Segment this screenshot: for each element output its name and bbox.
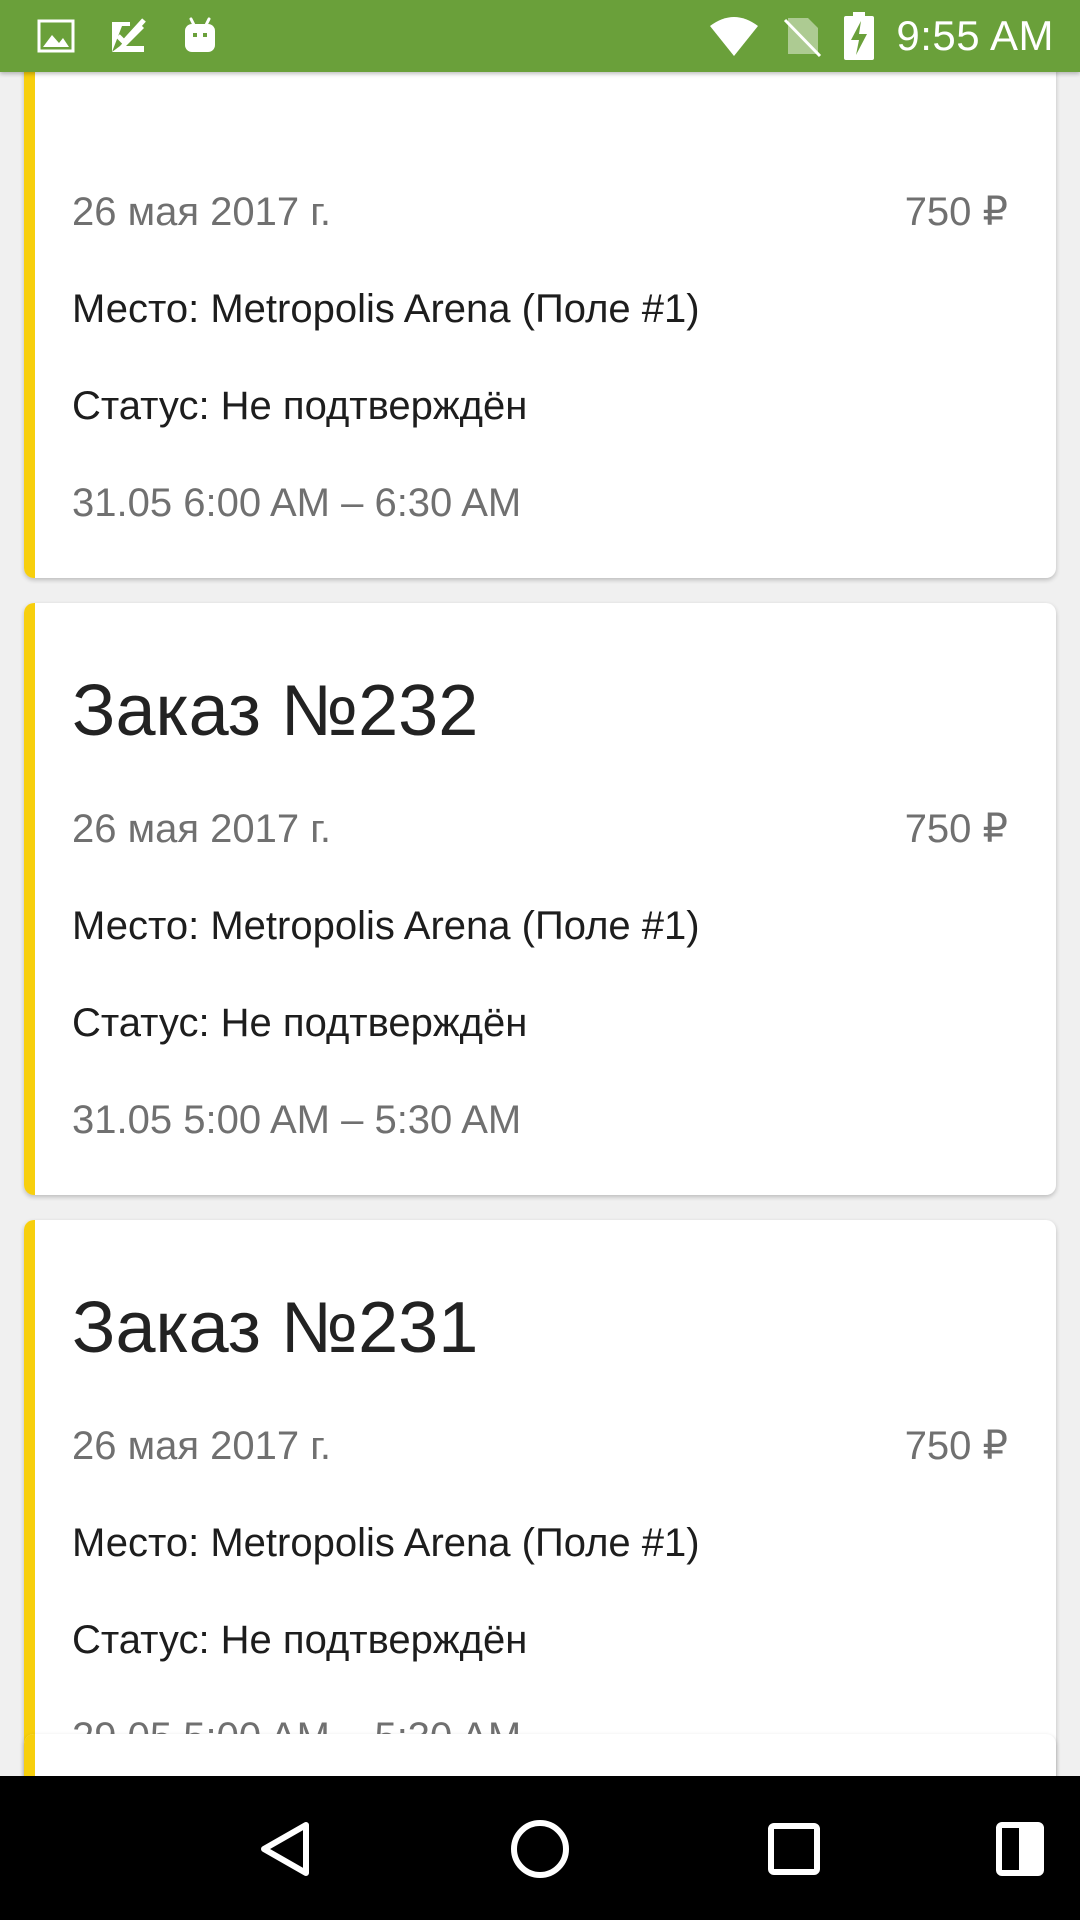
- orders-list[interactable]: 26 мая 2017 г. 750 ₽ Место: Metropolis A…: [0, 72, 1080, 1776]
- battery-charging-icon: [844, 12, 875, 60]
- android-icon: [185, 17, 215, 52]
- split-screen-icon: [996, 1822, 1044, 1876]
- order-place: Место: Metropolis Arena (Поле #1): [72, 1521, 700, 1565]
- system-icons: 9:55 AM: [708, 10, 1054, 62]
- image-icon: [37, 19, 75, 53]
- order-price: 750 ₽: [904, 807, 1008, 851]
- order-date: 26 мая 2017 г.: [72, 807, 332, 851]
- card-accent: [24, 1734, 35, 1776]
- order-price: 750 ₽: [904, 190, 1008, 234]
- order-status: Статус: Не подтверждён: [72, 1618, 528, 1662]
- order-status: Статус: Не подтверждён: [72, 1001, 528, 1045]
- navigation-bar: [0, 1776, 1080, 1920]
- card-accent: [24, 603, 35, 1195]
- order-time: 31.05 5:00 AM – 5:30 AM: [72, 1098, 522, 1142]
- order-card[interactable]: 26 мая 2017 г. 750 ₽ Место: Metropolis A…: [24, 72, 1056, 578]
- clock: 9:55 AM: [896, 12, 1054, 59]
- recents-icon: [768, 1823, 820, 1875]
- order-status: Статус: Не подтверждён: [72, 384, 528, 428]
- order-card[interactable]: Заказ №231 26 мая 2017 г. 750 ₽ Место: M…: [24, 1220, 1056, 1776]
- recents-button[interactable]: [759, 1814, 829, 1884]
- order-date: 26 мая 2017 г.: [72, 190, 332, 234]
- wifi-icon: [710, 17, 759, 56]
- order-card[interactable]: [24, 1734, 1056, 1776]
- split-screen-button[interactable]: [985, 1814, 1055, 1884]
- home-button[interactable]: [505, 1814, 575, 1884]
- order-price: 750 ₽: [904, 1424, 1008, 1468]
- no-sim-icon: [784, 18, 822, 58]
- order-date: 26 мая 2017 г.: [72, 1424, 332, 1468]
- back-button[interactable]: [251, 1814, 321, 1884]
- order-place: Место: Metropolis Arena (Поле #1): [72, 904, 700, 948]
- status-bar: 9:55 AM: [0, 0, 1080, 72]
- order-card[interactable]: Заказ №232 26 мая 2017 г. 750 ₽ Место: M…: [24, 603, 1056, 1195]
- card-accent: [24, 1220, 35, 1776]
- order-place: Место: Metropolis Arena (Поле #1): [72, 287, 700, 331]
- order-time: 31.05 6:00 AM – 6:30 AM: [72, 481, 522, 525]
- card-accent: [24, 72, 35, 578]
- notification-icons: [36, 14, 220, 58]
- order-title: Заказ №232: [72, 671, 479, 751]
- home-icon: [511, 1820, 569, 1878]
- back-icon: [261, 1822, 309, 1876]
- order-title: Заказ №231: [72, 1288, 479, 1368]
- check-list-icon: [112, 18, 146, 52]
